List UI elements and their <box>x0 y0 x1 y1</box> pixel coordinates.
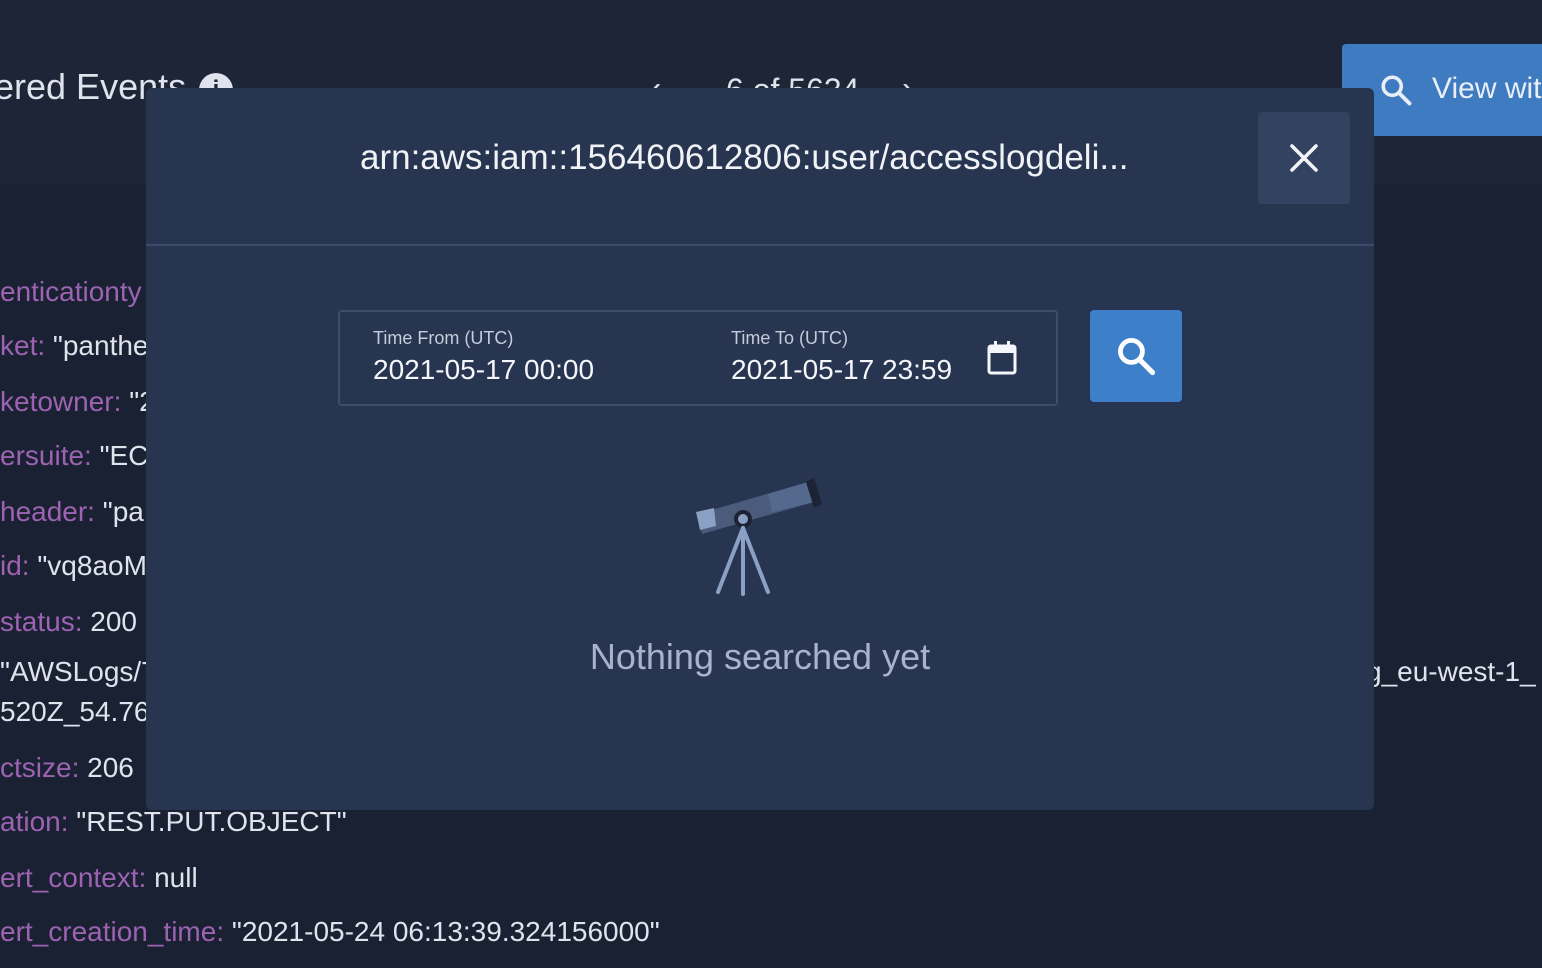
event-field: ketowner: "2 <box>0 386 155 417</box>
time-to-label: Time To (UTC) <box>731 328 848 348</box>
event-field: header: "pa <box>0 496 144 527</box>
event-field: ert_creation_time: "2021-05-24 06:13:39.… <box>0 916 660 947</box>
search-icon <box>1378 72 1414 113</box>
calendar-icon[interactable] <box>986 340 1018 381</box>
event-field: ation: "REST.PUT.OBJECT" <box>0 806 347 837</box>
event-field-fragment: g_eu-west-1_ <box>1366 656 1536 687</box>
close-button[interactable] <box>1258 112 1350 204</box>
time-from-input[interactable]: 2021-05-17 00:00 <box>373 354 594 386</box>
event-field: 520Z_54.76. <box>0 696 158 727</box>
event-field: enticationty <box>0 276 142 307</box>
event-field: status: 200 <box>0 606 137 637</box>
event-field: ert_context: null <box>0 862 198 893</box>
view-with-label: View wit <box>1432 72 1542 105</box>
event-field: id: "vq8aoM <box>0 550 147 581</box>
telescope-icon <box>690 474 830 605</box>
modal-divider <box>146 244 1374 246</box>
search-modal: arn:aws:iam::156460612806:user/accesslog… <box>146 88 1374 810</box>
event-field: ket: "panthe <box>0 330 149 361</box>
time-from-label: Time From (UTC) <box>373 328 514 348</box>
search-button[interactable] <box>1090 310 1182 402</box>
search-icon <box>1118 338 1156 376</box>
time-to-input[interactable]: 2021-05-17 23:59 <box>731 354 952 386</box>
event-field: "AWSLogs/7 <box>0 656 157 687</box>
close-icon <box>1290 144 1318 172</box>
modal-title: arn:aws:iam::156460612806:user/accesslog… <box>360 138 1129 177</box>
event-field: ctsize: 206 <box>0 752 134 783</box>
date-range-picker[interactable]: Time From (UTC) 2021-05-17 00:00 Time To… <box>338 310 1058 406</box>
event-field: ersuite: "EC <box>0 440 149 471</box>
empty-state-message: Nothing searched yet <box>589 636 931 677</box>
